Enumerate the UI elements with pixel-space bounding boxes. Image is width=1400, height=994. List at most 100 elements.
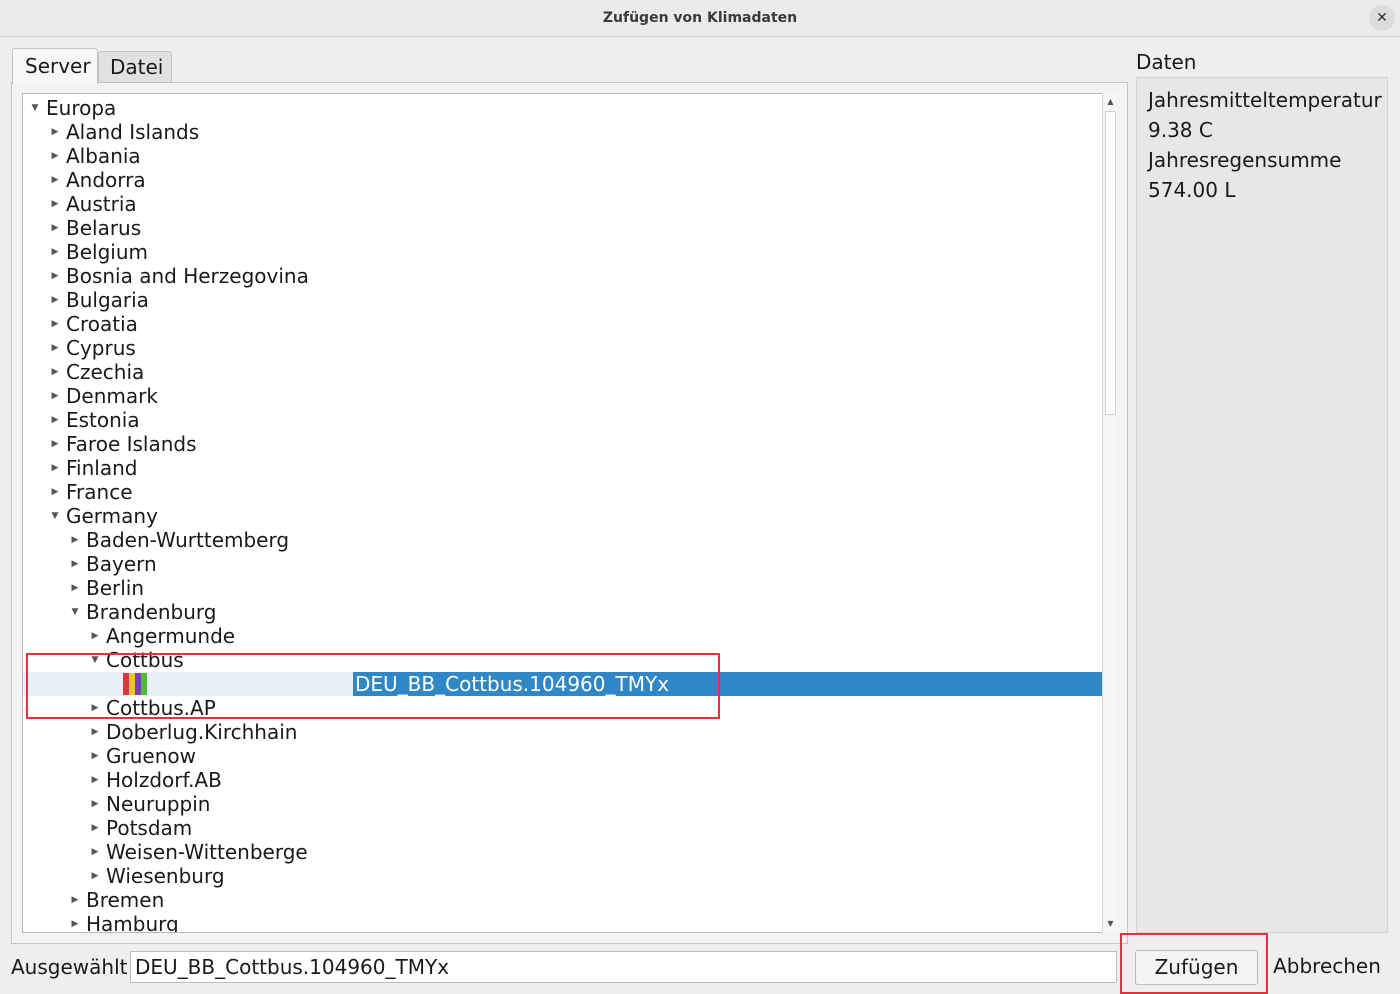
chevron-right-icon[interactable]: ▶ xyxy=(49,192,61,216)
tree-item-label: Belgium xyxy=(66,240,148,264)
tree-item[interactable]: ▼ Germany xyxy=(23,504,1103,528)
tree-item-label: Belarus xyxy=(66,216,142,240)
tree-item[interactable]: ▶ Holzdorf.AB xyxy=(23,768,1103,792)
tree-item-label: Cottbus.AP xyxy=(106,696,216,720)
tree-item[interactable]: ▶ Cottbus.AP xyxy=(23,696,1103,720)
tree-item[interactable]: ▶ Bremen xyxy=(23,888,1103,912)
tree-item[interactable]: ▶ Potsdam xyxy=(23,816,1103,840)
chevron-right-icon[interactable]: ▶ xyxy=(69,576,81,600)
tree-item[interactable]: ▶ Albania xyxy=(23,144,1103,168)
tree-item-label: Baden-Wurttemberg xyxy=(86,528,290,552)
tree-item[interactable]: ▶ Hamburg xyxy=(23,912,1103,933)
tree-item-leaf[interactable]: DEU_BB_Cottbus.104960_TMYx xyxy=(23,672,1103,696)
chevron-right-icon[interactable]: ▶ xyxy=(89,840,101,864)
tree-rows: ▼ Europa ▶ Aland Islands ▶ Albania ▶ Andorra ▶ Au… xyxy=(23,96,1103,933)
chevron-right-icon[interactable]: ▶ xyxy=(89,792,101,816)
chevron-right-icon[interactable]: ▶ xyxy=(49,384,61,408)
selected-input[interactable]: DEU_BB_Cottbus.104960_TMYx xyxy=(130,951,1117,983)
cancel-button[interactable]: Abbrechen xyxy=(1268,950,1386,985)
tree-item[interactable]: ▶ Cyprus xyxy=(23,336,1103,360)
tree-item[interactable]: ▶ Czechia xyxy=(23,360,1103,384)
tree-item[interactable]: ▶ Baden-Wurttemberg xyxy=(23,528,1103,552)
chevron-right-icon[interactable]: ▶ xyxy=(49,480,61,504)
tree-item-label: Europa xyxy=(46,96,117,120)
chevron-right-icon[interactable]: ▶ xyxy=(69,552,81,576)
tree-item[interactable]: ▶ Bosnia and Herzegovina xyxy=(23,264,1103,288)
tree-scrollbar[interactable]: ▲ ▼ xyxy=(1102,93,1118,933)
chevron-right-icon[interactable]: ▶ xyxy=(49,312,61,336)
tree-item[interactable]: ▼ Europa xyxy=(23,96,1103,120)
scroll-down-icon[interactable]: ▼ xyxy=(1103,917,1118,931)
chevron-down-icon[interactable]: ▼ xyxy=(29,96,41,120)
tree-item[interactable]: ▶ France xyxy=(23,480,1103,504)
close-icon[interactable]: ✕ xyxy=(1369,5,1395,31)
tree-item-label: Denmark xyxy=(66,384,158,408)
tree-item-label: Bremen xyxy=(86,888,165,912)
tree-item[interactable]: ▶ Doberlug.Kirchhain xyxy=(23,720,1103,744)
tree-item-label: DEU_BB_Cottbus.104960_TMYx xyxy=(355,672,670,696)
selected-label: Ausgewählt xyxy=(11,955,128,979)
tree-item[interactable]: ▶ Wiesenburg xyxy=(23,864,1103,888)
chevron-right-icon[interactable]: ▶ xyxy=(49,144,61,168)
tree-item-label: Neuruppin xyxy=(106,792,211,816)
tree-item-label: Cyprus xyxy=(66,336,136,360)
color-stripe xyxy=(141,673,147,695)
tree-item[interactable]: ▶ Finland xyxy=(23,456,1103,480)
tree-item[interactable]: ▼ Cottbus xyxy=(23,648,1103,672)
chevron-right-icon[interactable]: ▶ xyxy=(89,816,101,840)
tree-item[interactable]: ▶ Croatia xyxy=(23,312,1103,336)
chevron-down-icon[interactable]: ▼ xyxy=(89,648,101,672)
tree-item[interactable]: ▶ Bayern xyxy=(23,552,1103,576)
chevron-right-icon[interactable]: ▶ xyxy=(89,768,101,792)
tree-item-label: Hamburg xyxy=(86,912,179,933)
tree-item-label: Wiesenburg xyxy=(106,864,225,888)
tree-item[interactable]: ▶ Weisen-Wittenberge xyxy=(23,840,1103,864)
tree-item[interactable]: ▶ Denmark xyxy=(23,384,1103,408)
chevron-right-icon[interactable]: ▶ xyxy=(49,432,61,456)
add-button[interactable]: Zufügen xyxy=(1135,950,1258,985)
tab-datei[interactable]: Datei xyxy=(98,51,172,82)
chevron-right-icon[interactable]: ▶ xyxy=(69,528,81,552)
chevron-right-icon[interactable]: ▶ xyxy=(49,240,61,264)
tree-item[interactable]: ▶ Andorra xyxy=(23,168,1103,192)
chevron-right-icon[interactable]: ▶ xyxy=(69,888,81,912)
chevron-down-icon[interactable]: ▼ xyxy=(69,600,81,624)
tree-item[interactable]: ▶ Belarus xyxy=(23,216,1103,240)
chevron-right-icon[interactable]: ▶ xyxy=(49,120,61,144)
tree-item-label: Bulgaria xyxy=(66,288,149,312)
chevron-right-icon[interactable]: ▶ xyxy=(89,696,101,720)
chevron-right-icon[interactable]: ▶ xyxy=(49,360,61,384)
tree-item[interactable]: ▶ Angermunde xyxy=(23,624,1103,648)
chevron-right-icon[interactable]: ▶ xyxy=(49,336,61,360)
tree-item[interactable]: ▶ Faroe Islands xyxy=(23,432,1103,456)
location-tree[interactable]: ▼ Europa ▶ Aland Islands ▶ Albania ▶ Andorra ▶ Au… xyxy=(22,93,1118,933)
tree-item[interactable]: ▶ Aland Islands xyxy=(23,120,1103,144)
tree-item[interactable]: ▶ Austria xyxy=(23,192,1103,216)
chevron-right-icon[interactable]: ▶ xyxy=(89,864,101,888)
tree-item-label: Potsdam xyxy=(106,816,193,840)
chevron-right-icon[interactable]: ▶ xyxy=(89,624,101,648)
scroll-up-icon[interactable]: ▲ xyxy=(1103,95,1118,109)
chevron-right-icon[interactable]: ▶ xyxy=(49,168,61,192)
chevron-right-icon[interactable]: ▶ xyxy=(89,744,101,768)
chevron-right-icon[interactable]: ▶ xyxy=(49,408,61,432)
chevron-right-icon[interactable]: ▶ xyxy=(69,912,81,932)
tree-item-label: Croatia xyxy=(66,312,138,336)
tree-item[interactable]: ▶ Neuruppin xyxy=(23,792,1103,816)
scroll-thumb[interactable] xyxy=(1105,111,1116,415)
chevron-right-icon[interactable]: ▶ xyxy=(49,264,61,288)
tree-item[interactable]: ▶ Berlin xyxy=(23,576,1103,600)
tree-item[interactable]: ▶ Belgium xyxy=(23,240,1103,264)
chevron-right-icon[interactable]: ▶ xyxy=(49,288,61,312)
tree-item[interactable]: ▶ Estonia xyxy=(23,408,1103,432)
tree-item[interactable]: ▼ Brandenburg xyxy=(23,600,1103,624)
chevron-right-icon[interactable]: ▶ xyxy=(49,216,61,240)
tab-server[interactable]: Server xyxy=(12,48,98,84)
tree-item[interactable]: ▶ Bulgaria xyxy=(23,288,1103,312)
tree-item-label: France xyxy=(66,480,133,504)
chevron-down-icon[interactable]: ▼ xyxy=(49,504,61,528)
chevron-right-icon[interactable]: ▶ xyxy=(49,456,61,480)
tree-item-label: Angermunde xyxy=(106,624,236,648)
tree-item[interactable]: ▶ Gruenow xyxy=(23,744,1103,768)
chevron-right-icon[interactable]: ▶ xyxy=(89,720,101,744)
